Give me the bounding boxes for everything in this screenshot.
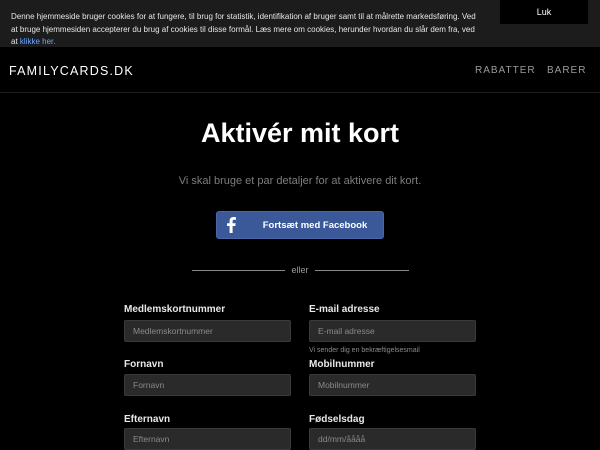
member-number-input[interactable] xyxy=(124,320,291,342)
cookie-info-link[interactable]: klikke her. xyxy=(20,37,56,46)
cookie-close-button[interactable]: Luk xyxy=(500,0,588,24)
last-name-input[interactable] xyxy=(124,428,291,450)
first-name-input[interactable] xyxy=(124,374,291,396)
facebook-icon xyxy=(227,217,236,233)
divider-text: eller xyxy=(291,265,309,275)
facebook-button-label: Fortsæt med Facebook xyxy=(262,220,368,231)
last-name-label: Efternavn xyxy=(124,414,171,425)
brand-logo[interactable]: FAMILYCARDS.DK xyxy=(9,64,134,78)
cookie-banner: Denne hjemmeside bruger cookies for at f… xyxy=(0,0,600,47)
birthday-label: Fødselsdag xyxy=(309,414,365,425)
email-label: E-mail adresse xyxy=(309,304,380,315)
page-subtitle: Vi skal bruge et par detaljer for at akt… xyxy=(178,175,422,187)
page-title: Aktivér mit kort xyxy=(200,118,400,148)
nav-link-rabatter[interactable]: RABATTER xyxy=(475,65,536,76)
mobile-input[interactable] xyxy=(309,374,476,396)
member-number-label: Medlemskortnummer xyxy=(124,304,226,315)
first-name-label: Fornavn xyxy=(124,359,164,370)
email-input[interactable] xyxy=(309,320,476,342)
cookie-banner-message: Denne hjemmeside bruger cookies for at f… xyxy=(11,12,476,46)
birthday-input[interactable] xyxy=(309,428,476,450)
divider-line-left xyxy=(192,270,285,271)
cookie-banner-text: Denne hjemmeside bruger cookies for at f… xyxy=(11,11,481,49)
navbar: FAMILYCARDS.DK RABATTER BARER xyxy=(0,47,600,93)
divider-line-right xyxy=(315,270,409,271)
nav-link-barer[interactable]: BARER xyxy=(547,65,586,76)
facebook-login-button[interactable]: Fortsæt med Facebook xyxy=(216,211,384,239)
mobile-label: Mobilnummer xyxy=(309,359,375,370)
email-help-text: Vi sender dig en bekræftigelsesmail xyxy=(309,347,420,354)
